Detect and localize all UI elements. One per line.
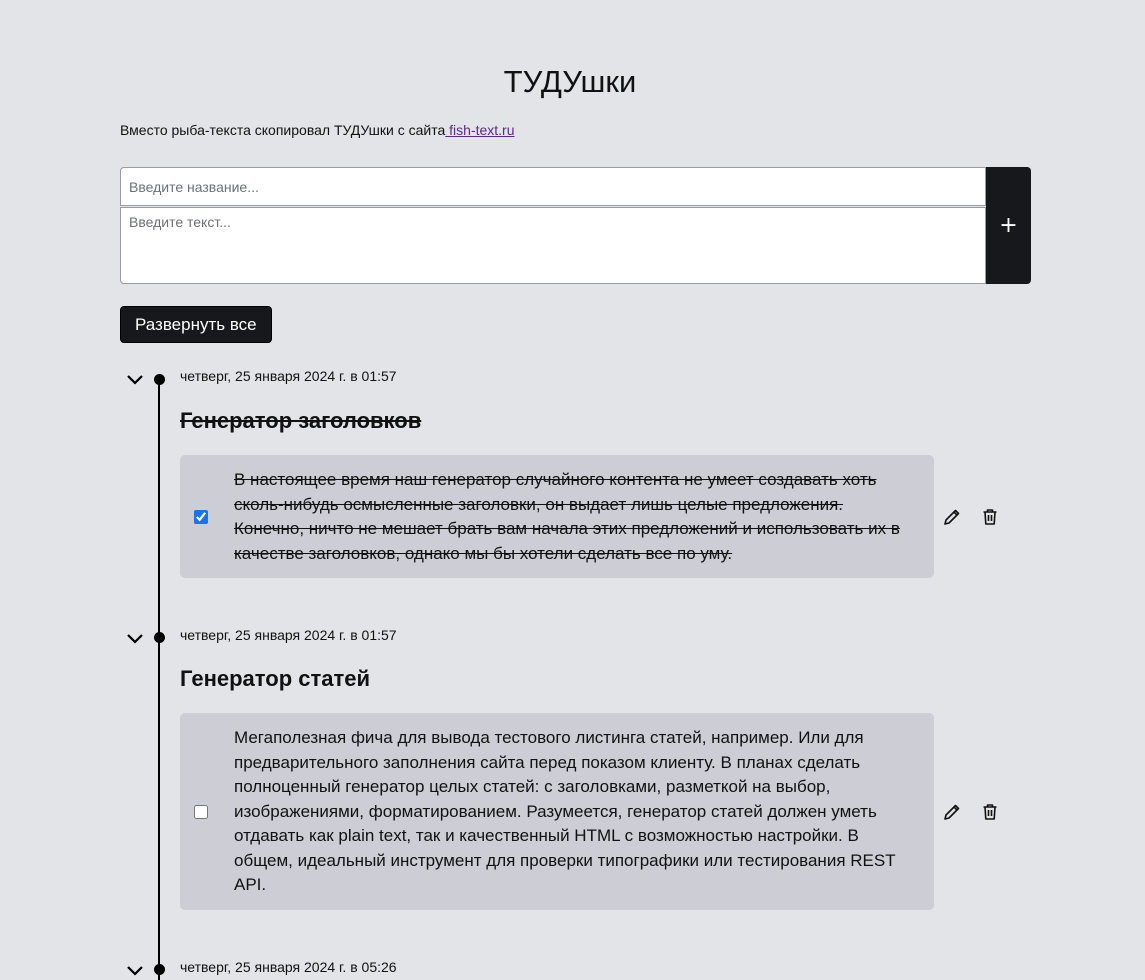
title-input[interactable]: [120, 167, 986, 206]
chevron-down-icon[interactable]: [126, 632, 144, 644]
add-todo-button[interactable]: +: [986, 167, 1031, 284]
timeline-dot: [154, 632, 165, 643]
entry-title: Генератор заголовков: [180, 408, 422, 433]
intro-text: Вместо рыба-текста скопировал ТУДУшки с …: [120, 122, 515, 138]
entry-date: четверг, 25 января 2024 г. в 01:57: [180, 368, 397, 384]
text-input[interactable]: [120, 207, 986, 284]
timeline-dot: [154, 374, 165, 385]
todo-card: Мегаполезная фича для вывода тестового л…: [180, 713, 934, 910]
entry-date: четверг, 25 января 2024 г. в 05:26: [180, 959, 397, 975]
intro-label: Вместо рыба-текста скопировал ТУДУшки с …: [120, 122, 446, 138]
todo-card: В настоящее время наш генератор случайно…: [180, 455, 934, 578]
pencil-icon[interactable]: [942, 507, 962, 527]
pencil-icon[interactable]: [942, 802, 962, 822]
timeline-line: [158, 380, 160, 980]
chevron-down-icon[interactable]: [126, 964, 144, 976]
complete-checkbox[interactable]: [194, 805, 208, 819]
trash-icon[interactable]: [980, 802, 1000, 822]
page-title: ТУДУшки: [503, 64, 637, 99]
entry-title: Генератор статей: [180, 666, 371, 691]
timeline-dot: [154, 964, 165, 975]
todo-text: В настоящее время наш генератор случайно…: [234, 470, 900, 563]
entry-date: четверг, 25 января 2024 г. в 01:57: [180, 627, 397, 643]
chevron-down-icon[interactable]: [126, 373, 144, 385]
expand-all-button[interactable]: Развернуть все: [120, 306, 272, 343]
fish-text-link[interactable]: fish-text.ru: [445, 122, 514, 138]
complete-checkbox[interactable]: [194, 510, 208, 524]
todo-text: Мегаполезная фича для вывода тестового л…: [234, 728, 896, 894]
trash-icon[interactable]: [980, 507, 1000, 527]
new-todo-form: +: [120, 167, 1031, 284]
